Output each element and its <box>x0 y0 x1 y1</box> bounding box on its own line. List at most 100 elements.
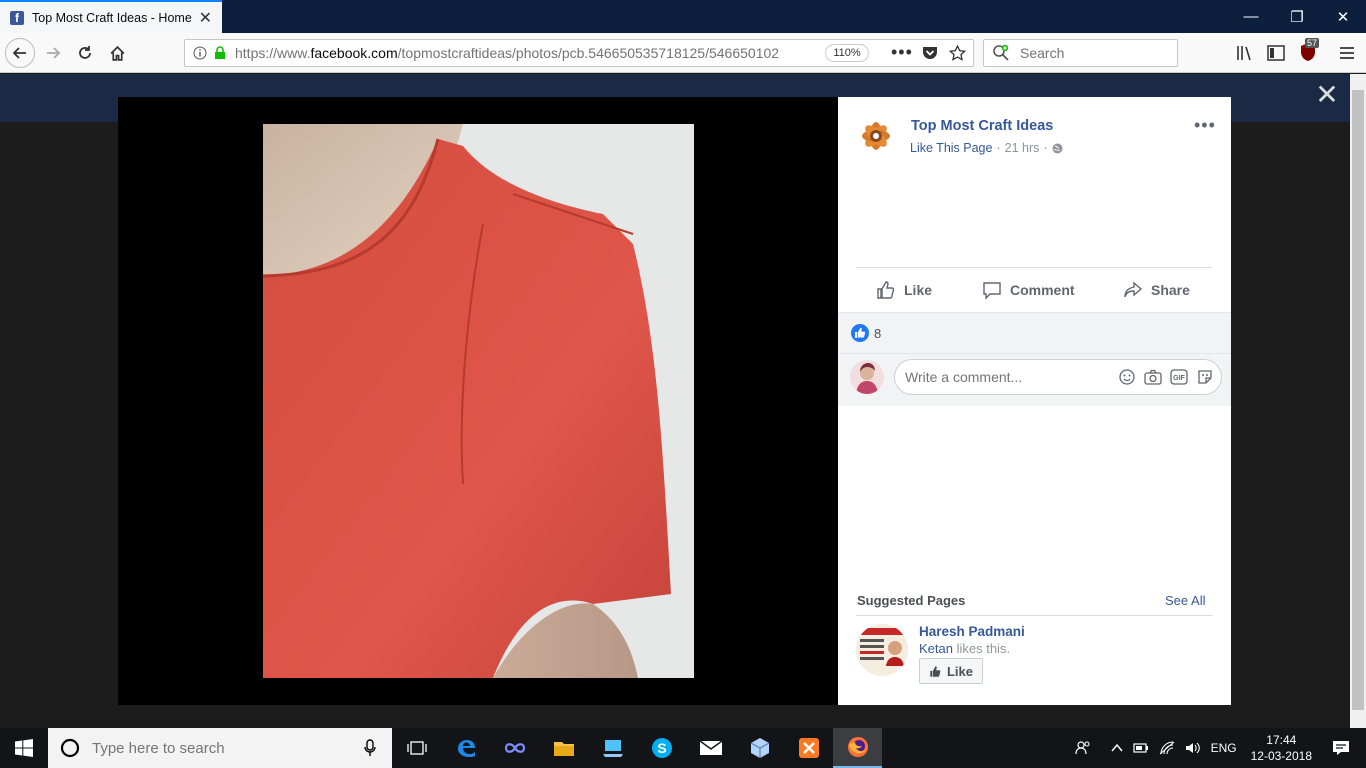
like-reaction-icon[interactable] <box>851 324 869 342</box>
windows-logo-icon <box>15 739 33 757</box>
restore-button[interactable]: ❐ <box>1274 0 1320 33</box>
firefox-app[interactable] <box>833 728 882 768</box>
back-button[interactable] <box>5 38 35 68</box>
lock-icon <box>215 46 225 59</box>
svg-text:S: S <box>657 740 666 756</box>
remote-desktop-app[interactable] <box>588 728 637 768</box>
reactions-bar: 8 <box>838 312 1231 354</box>
scrollbar-thumb[interactable] <box>1352 90 1364 710</box>
comment-button[interactable]: Comment <box>982 268 1075 312</box>
sticker-icon[interactable] <box>1196 368 1214 386</box>
mail-icon <box>699 740 722 755</box>
edge-icon <box>457 740 475 757</box>
emoji-icon[interactable] <box>1118 368 1136 386</box>
battery-icon[interactable] <box>1132 742 1149 754</box>
file-explorer-app[interactable] <box>539 728 588 768</box>
xampp-app[interactable] <box>784 728 833 768</box>
url-bar[interactable]: https://www.facebook.com/topmostcraftide… <box>184 39 974 67</box>
browser-tab[interactable]: f Top Most Craft Ideas - Home ✕ <box>0 0 222 33</box>
like-suggested-label: Like <box>946 663 973 679</box>
mail-app[interactable] <box>686 728 735 768</box>
suggested-page-name[interactable]: Haresh Padmani <box>919 624 1025 639</box>
comment-label: Comment <box>1010 282 1075 298</box>
globe-icon <box>1052 143 1063 153</box>
comment-icon <box>983 282 1001 300</box>
post-options-icon[interactable]: ••• <box>1194 115 1216 136</box>
bookmark-star-icon[interactable] <box>949 45 966 61</box>
firefox-icon <box>847 737 868 757</box>
infinity-app[interactable] <box>490 728 539 768</box>
reload-icon <box>79 46 91 59</box>
info-icon[interactable] <box>193 46 207 60</box>
hamburger-menu-icon[interactable] <box>1339 45 1355 61</box>
microphone-icon[interactable] <box>364 739 376 757</box>
page-avatar[interactable] <box>854 114 898 158</box>
like-button[interactable]: Like <box>876 268 932 312</box>
xampp-icon <box>798 738 819 758</box>
post-photo[interactable] <box>263 124 694 678</box>
ublock-badge: 57 <box>1305 38 1320 48</box>
share-label: Share <box>1151 282 1190 298</box>
browser-titlebar: f Top Most Craft Ideas - Home ✕ + — ❐ ✕ <box>0 0 1366 33</box>
forward-button[interactable] <box>38 39 68 67</box>
minimize-button[interactable]: — <box>1228 0 1274 33</box>
close-window-button[interactable]: ✕ <box>1320 0 1366 33</box>
like-suggested-page-button[interactable]: Like <box>919 658 983 684</box>
folder-icon <box>553 742 574 756</box>
virtualbox-app[interactable] <box>735 728 784 768</box>
action-center-icon[interactable] <box>1332 740 1350 756</box>
share-button[interactable]: Share <box>1123 268 1190 312</box>
skype-app[interactable]: S <box>637 728 686 768</box>
taskbar-search-input[interactable] <box>92 739 342 757</box>
people-icon[interactable] <box>1074 740 1091 756</box>
home-button[interactable] <box>102 39 132 67</box>
browser-navbar: https://www.facebook.com/topmostcraftide… <box>0 33 1366 73</box>
comment-composer: GIF <box>838 354 1231 406</box>
zoom-level[interactable]: 110% <box>825 44 869 62</box>
task-view-button[interactable] <box>392 728 441 768</box>
skype-icon: S <box>651 738 672 758</box>
emoji-face-icon <box>1119 369 1135 385</box>
user-avatar[interactable] <box>850 360 884 394</box>
gif-icon[interactable]: GIF <box>1170 368 1188 386</box>
monitor-icon <box>602 740 623 757</box>
clock[interactable]: 17:44 12-03-2018 <box>1251 732 1312 764</box>
library-icon[interactable] <box>1236 45 1254 61</box>
reaction-count[interactable]: 8 <box>874 326 881 341</box>
volume-icon[interactable] <box>1185 741 1201 755</box>
chevron-up-icon[interactable] <box>1111 743 1123 753</box>
like-label: Like <box>904 282 933 298</box>
url-text[interactable]: https://www.facebook.com/topmostcraftide… <box>235 45 810 61</box>
browser-search-box[interactable]: Search <box>983 39 1178 67</box>
suggested-pages-title: Suggested Pages <box>857 593 966 608</box>
edge-app[interactable] <box>441 728 490 768</box>
tab-close-icon[interactable]: ✕ <box>199 8 212 28</box>
friend-name[interactable]: Ketan <box>919 641 953 656</box>
page-actions-icon[interactable]: ••• <box>891 42 913 63</box>
taskbar-search[interactable] <box>48 728 392 768</box>
sidebar-icon[interactable] <box>1267 45 1285 61</box>
gif-shape-icon: GIF <box>1170 369 1188 385</box>
page-name-link[interactable]: Top Most Craft Ideas <box>911 118 1053 134</box>
thumbs-up-small-icon <box>930 665 941 677</box>
camera-icon[interactable] <box>1144 368 1162 386</box>
post-side-panel: Top Most Craft Ideas Like This Page · 21… <box>838 97 1231 705</box>
comment-input[interactable] <box>905 369 1110 385</box>
suggested-page-avatar[interactable] <box>856 624 908 676</box>
post-time[interactable]: 21 hrs <box>1005 141 1040 155</box>
like-page-link[interactable]: Like This Page <box>910 141 992 155</box>
forward-arrow-icon <box>47 47 61 59</box>
likes-this-text: likes this. <box>952 641 1011 656</box>
start-button[interactable] <box>0 728 48 768</box>
wifi-icon[interactable] <box>1159 741 1175 755</box>
system-tray: ENG 17:44 12-03-2018 <box>1074 728 1366 768</box>
close-photo-icon[interactable]: ✕ <box>1315 81 1339 109</box>
ublock-icon[interactable]: 57 <box>1299 38 1320 62</box>
comment-field-wrap: GIF <box>894 359 1222 395</box>
language-indicator[interactable]: ENG <box>1211 741 1237 755</box>
search-placeholder: Search <box>1020 45 1065 61</box>
see-all-link[interactable]: See All <box>1165 593 1205 608</box>
suggested-page-social: Ketan likes this. <box>919 641 1010 656</box>
pocket-icon[interactable] <box>922 46 938 61</box>
reload-button[interactable] <box>70 39 100 67</box>
